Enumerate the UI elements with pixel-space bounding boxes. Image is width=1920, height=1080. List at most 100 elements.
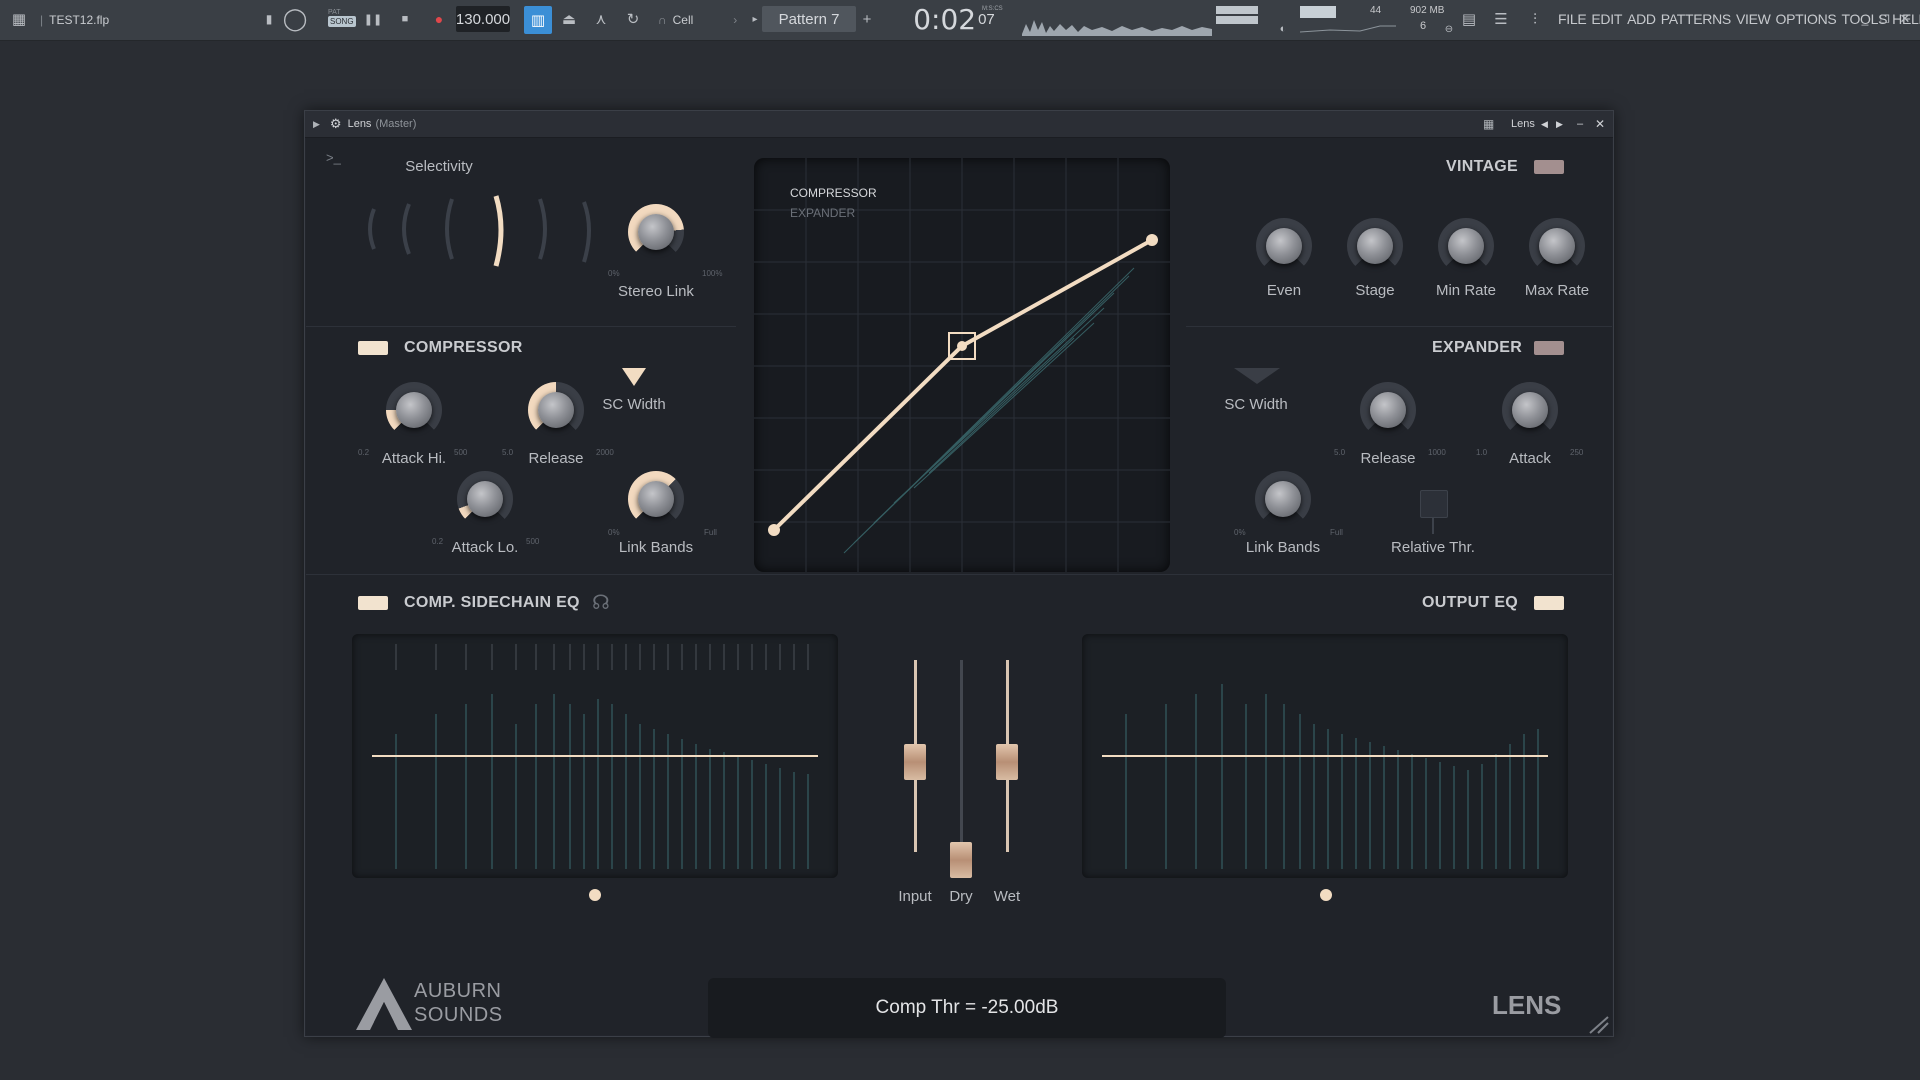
close-plugin-icon[interactable]: ✕ (1595, 117, 1605, 131)
pat-song-switch[interactable]: PAT SONG (328, 9, 356, 31)
brand-line1: AUBURN (414, 980, 502, 1002)
sc-width-triangle-icon[interactable] (620, 366, 648, 388)
output-eq-toggle[interactable] (1534, 596, 1564, 610)
record-icon[interactable]: ● (428, 8, 450, 30)
song-time-display[interactable]: 0:02 07 M:S:CS (908, 3, 1003, 36)
menu-view[interactable]: VIEW (1736, 11, 1771, 27)
relative-thr-connector (1432, 518, 1434, 534)
close-app-icon[interactable]: ✕ (1894, 8, 1916, 30)
sidechain-eq-handle[interactable] (589, 889, 601, 901)
divider-left (306, 326, 736, 327)
magnet-icon: ∩ (658, 13, 667, 27)
sidechain-eq-toggle[interactable] (358, 596, 388, 610)
status-display: Comp Thr = -25.00dB (708, 978, 1226, 1038)
snap-value: Cell (672, 13, 694, 27)
input-fader[interactable] (904, 744, 926, 780)
attack-lo-label: Attack Lo. (451, 539, 519, 556)
minimize-app-icon[interactable]: _ (1854, 8, 1876, 30)
preset-next-icon[interactable]: ▶ (1556, 119, 1563, 130)
menu-patterns[interactable]: PATTERNS (1661, 11, 1732, 27)
plugin-titlebar: ▶ ⚙ Lens (Master) ▦ Lens ◀ ▶ – ✕ (305, 111, 1613, 138)
reset-icon[interactable]: ⊖ (1438, 18, 1460, 40)
waveform-monitor (1022, 20, 1212, 36)
vintage-toggle[interactable] (1534, 160, 1564, 174)
stop-icon[interactable]: ■ (394, 8, 416, 30)
master-pitch-icon[interactable]: ◐ (1272, 18, 1294, 40)
memory-value: 902 MB (1410, 5, 1445, 16)
stereo-link-min: 0% (608, 269, 620, 278)
graph-mode-compressor[interactable]: COMPRESSOR (790, 186, 877, 200)
sidechain-eq-display[interactable] (352, 634, 838, 878)
exp-attack-label: Attack (1509, 450, 1551, 467)
time-unit: M:S:CS (982, 6, 1003, 12)
level-meter-top (1216, 6, 1258, 14)
typing-keyboard-icon[interactable]: ▥ (524, 6, 552, 34)
compressor-toggle[interactable] (358, 341, 388, 355)
selectivity-label: Selectivity (405, 158, 473, 175)
preset-prev-icon[interactable]: ◀ (1541, 119, 1548, 130)
gear-icon[interactable]: ⚙ (330, 116, 342, 132)
selectivity-display[interactable] (364, 184, 604, 274)
wet-fader[interactable] (996, 744, 1018, 780)
menu-edit[interactable]: EDIT (1591, 11, 1622, 27)
mixer-icon[interactable]: ⫶ (1524, 8, 1546, 30)
menu-file[interactable]: FILE (1558, 11, 1587, 27)
snap-selector[interactable]: ∩ Cell › (658, 0, 737, 40)
wait-for-input-icon[interactable]: ⋏ (590, 8, 612, 30)
attack-hi-label: Attack Hi. (381, 450, 447, 467)
wet-fader-label: Wet (993, 888, 1021, 905)
output-eq-label: OUTPUT EQ (1422, 594, 1519, 611)
output-eq-display[interactable] (1082, 634, 1568, 878)
minimize-plugin-icon[interactable]: – (1577, 118, 1583, 130)
divider-middle (306, 574, 1612, 575)
loop-record-icon[interactable]: ↻ (622, 8, 644, 30)
add-pattern-icon[interactable]: + (856, 8, 878, 30)
comp-sc-width-label: SC Width (602, 396, 666, 413)
playlist-icon[interactable]: ▤ (1458, 8, 1480, 30)
comp-link-bands-label: Link Bands (618, 539, 694, 556)
menu-add[interactable]: ADD (1627, 11, 1656, 27)
exp-sc-width-triangle-icon[interactable] (1232, 366, 1282, 386)
channel-rack-icon[interactable]: ☰ (1490, 8, 1512, 30)
headphones-icon[interactable]: ☊ (592, 590, 610, 615)
release-label: Release (528, 450, 584, 467)
output-eq-handle[interactable] (1320, 889, 1332, 901)
lens-plugin-panel: >_ Selectivity 0% 100% Stereo Link COMPR… (306, 138, 1612, 1038)
pattern-name: Pattern 7 (778, 10, 840, 28)
console-icon[interactable]: >_ (326, 150, 341, 165)
pattern-selector[interactable]: Pattern 7 (762, 6, 856, 32)
presets-grid-icon[interactable]: ▦ (1483, 117, 1494, 131)
dry-fader[interactable] (950, 842, 972, 878)
relative-thr-checkbox[interactable] (1420, 490, 1448, 518)
pause-icon[interactable]: ❚❚ (362, 8, 384, 30)
browser-toggle-icon[interactable]: ▦ (8, 8, 30, 30)
expand-arrow-icon[interactable]: ▶ (313, 119, 320, 130)
trash-icon[interactable]: ▮ (258, 8, 280, 30)
cpu-meter (1300, 6, 1336, 18)
output-eq-svg (1102, 684, 1548, 869)
voices-value: 6 (1420, 20, 1427, 32)
menu-options[interactable]: OPTIONS (1776, 11, 1837, 27)
expander-label: EXPANDER (1432, 339, 1523, 356)
restore-app-icon[interactable]: ❐ (1874, 8, 1896, 30)
level-meter-bottom (1216, 16, 1258, 24)
divider-right (1186, 326, 1612, 327)
graph-mode-expander[interactable]: EXPANDER (790, 206, 855, 220)
song-label: SONG (328, 16, 356, 27)
comp-link-bands-max: Full (704, 528, 717, 537)
chevron-right-icon: › (733, 13, 738, 27)
relative-thr-label: Relative Thr. (1391, 539, 1475, 556)
preset-name[interactable]: Lens (1511, 118, 1535, 130)
metronome-icon[interactable]: ⏏ (558, 8, 580, 30)
tempo-value: 130.000 (455, 10, 511, 28)
stereo-link-max: 100% (702, 269, 723, 278)
exp-release-label: Release (1360, 450, 1416, 467)
expander-toggle[interactable] (1534, 341, 1564, 355)
plugin-title: Lens (347, 118, 372, 130)
transfer-curve-graph[interactable]: COMPRESSOR EXPANDER (754, 158, 1170, 572)
resize-grip-icon[interactable] (1588, 1015, 1610, 1035)
exp-sc-width-label: SC Width (1224, 396, 1288, 413)
metronome-circle-icon[interactable]: ◯ (283, 6, 308, 31)
tempo-display[interactable]: 130.000 (456, 6, 510, 32)
cpu-graph (1300, 25, 1396, 33)
